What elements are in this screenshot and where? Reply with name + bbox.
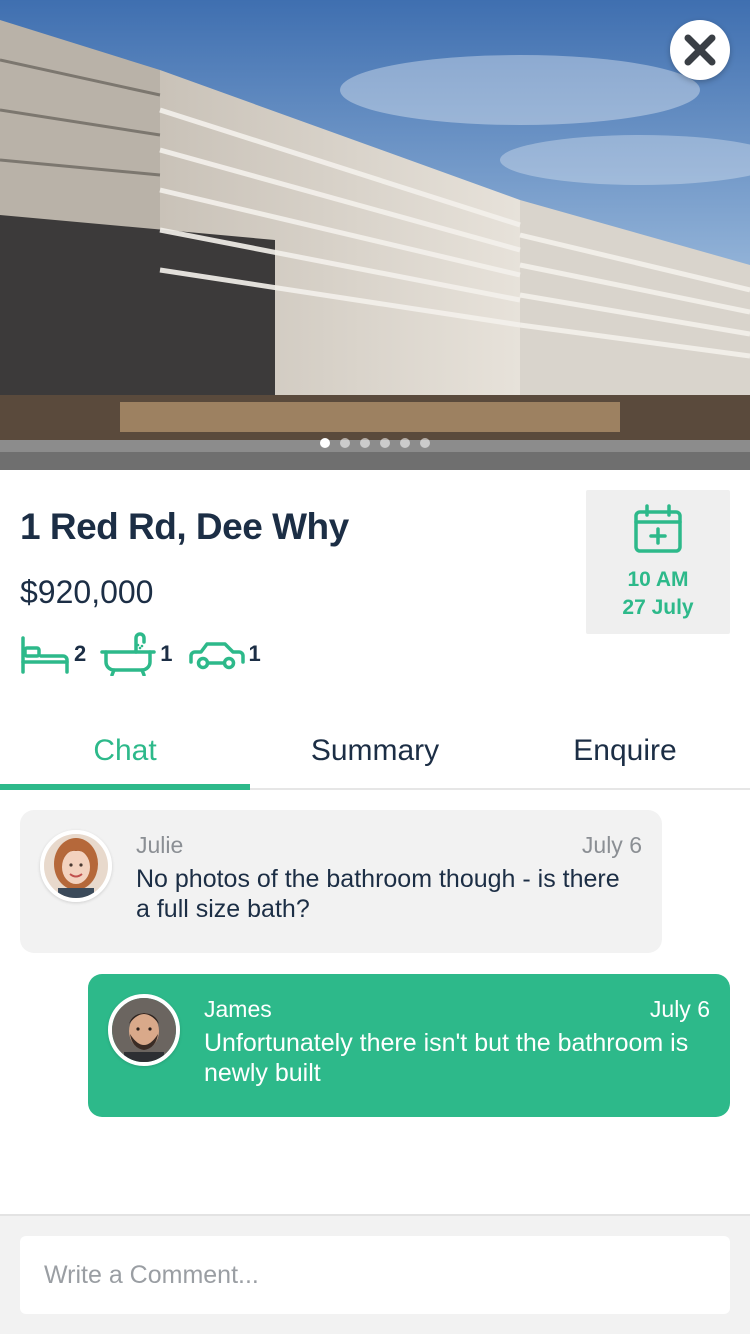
carousel-dot[interactable] [420,438,430,448]
car-icon [188,642,245,670]
listing-price: $920,000 [20,574,154,610]
close-button[interactable] [670,20,730,80]
carousel-dots [0,438,750,448]
user-avatar-julie [44,834,108,898]
message-author: Julie [136,832,184,858]
inspection-time: 10 AM [627,568,689,591]
calendar-add-icon [634,504,682,553]
close-icon [684,34,716,66]
feature-parking: 1 [187,638,261,670]
avatar [108,994,180,1066]
message-date: July 6 [649,996,710,1022]
message-text: Unfortunately there isn't but the bathro… [204,1029,689,1087]
tab-chat[interactable]: Chat [0,720,250,790]
bed-icon [21,636,69,674]
carousel-dot[interactable] [320,438,330,448]
tab-enquire[interactable]: Enquire [500,720,750,788]
feature-bedrooms: 2 [20,634,86,674]
tab-bar: Chat Summary Enquire [0,720,750,790]
comment-composer [0,1214,750,1334]
parking-count: 1 [248,641,261,666]
message-header: Julie July 6 [136,832,642,859]
message-date: July 6 [581,832,642,858]
listing-features: 2 1 1 [20,632,275,676]
message-author: James [204,996,272,1022]
inspection-datetime: 10 AM 27 July [622,566,693,622]
bath-icon [100,632,156,676]
carousel-dot[interactable] [400,438,410,448]
message-header: James July 6 [204,996,710,1023]
comment-input[interactable] [20,1236,730,1314]
bathrooms-count: 1 [160,641,173,666]
bedrooms-count: 2 [74,641,87,666]
chat-message-incoming: Julie July 6 No photos of the bathroom t… [20,810,662,953]
carousel-dot[interactable] [360,438,370,448]
message-text: No photos of the bathroom though - is th… [136,865,620,923]
tab-summary[interactable]: Summary [250,720,500,788]
carousel-dot[interactable] [340,438,350,448]
listing-address: 1 Red Rd, Dee Why [20,506,349,547]
feature-bathrooms: 1 [100,632,173,676]
chat-message-outgoing: James July 6 Unfortunately there isn't b… [88,974,730,1117]
property-photo-carousel[interactable] [0,0,750,470]
add-inspection-button[interactable]: 10 AM 27 July [586,490,730,634]
carousel-dot[interactable] [380,438,390,448]
property-photo [0,0,750,470]
inspection-date: 27 July [622,596,694,619]
user-avatar-james [112,998,176,1062]
avatar [40,830,112,902]
